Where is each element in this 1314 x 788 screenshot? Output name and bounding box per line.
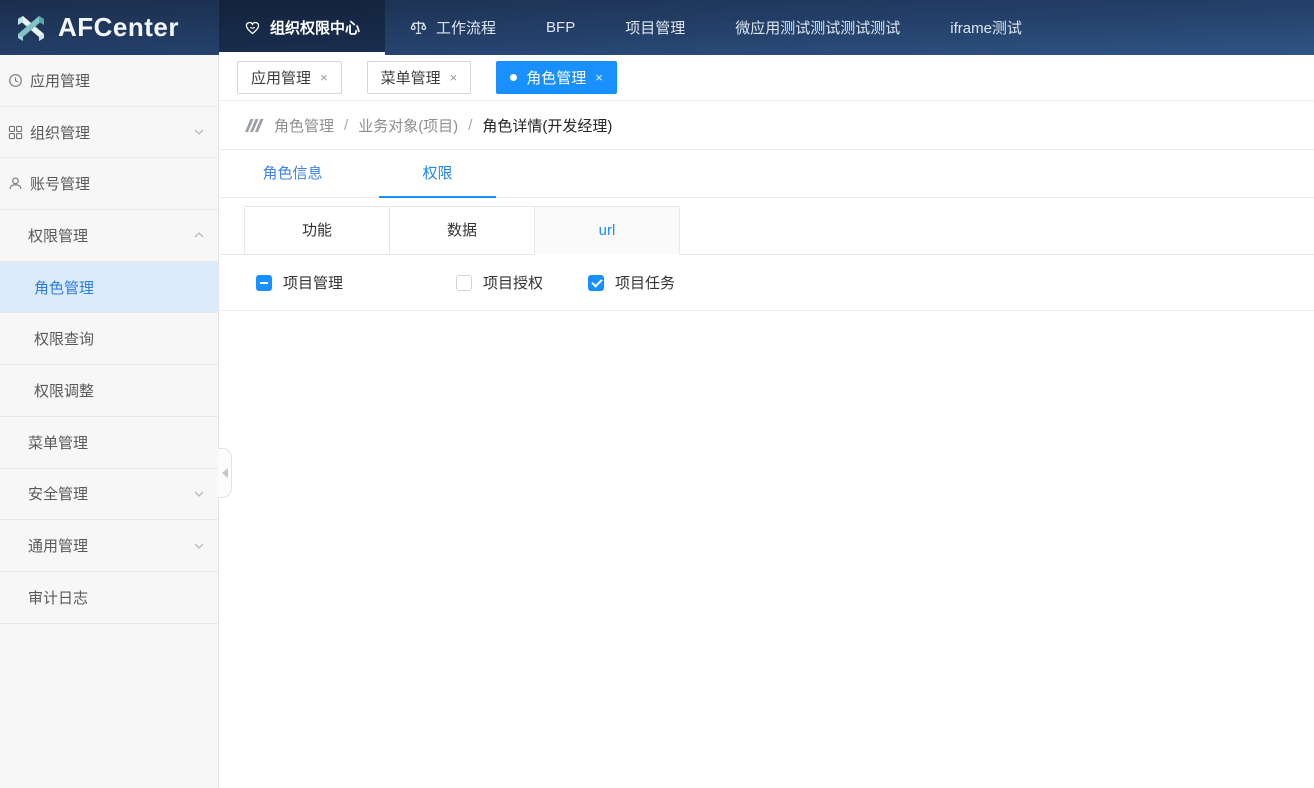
checkbox-item-project-task[interactable]: 项目任务 (588, 272, 675, 293)
nav-item-label: iframe测试 (950, 17, 1022, 38)
tab-role-info[interactable]: 角色信息 (220, 150, 365, 197)
chevron-down-icon (193, 126, 205, 138)
sidebar-item-label: 菜单管理 (28, 432, 88, 453)
breadcrumb-item-role-management[interactable]: 角色管理 (274, 115, 334, 136)
tab-data[interactable]: 数据 (389, 206, 535, 255)
sidebar-item-label: 权限查询 (34, 328, 94, 349)
nav-item-iframe-test[interactable]: iframe测试 (925, 0, 1047, 55)
tab-url[interactable]: url (534, 206, 680, 255)
nav-item-label: 项目管理 (625, 17, 685, 38)
open-tab-label: 角色管理 (526, 67, 586, 88)
sidebar-item-security-management[interactable]: 安全管理 (0, 469, 218, 521)
left-triangle-icon (222, 468, 228, 478)
indeterminate-checkbox[interactable] (256, 275, 272, 291)
open-tab-menu-management[interactable]: 菜单管理 × (367, 61, 472, 94)
chevron-down-icon (193, 540, 205, 552)
slashes-icon (245, 118, 264, 133)
sidebar-item-label: 组织管理 (30, 122, 90, 143)
breadcrumb-separator: / (468, 117, 472, 134)
nav-item-label: 组织权限中心 (270, 17, 360, 38)
sidebar-item-org-management[interactable]: 组织管理 (0, 107, 218, 159)
breadcrumb: 角色管理 / 业务对象(项目) / 角色详情(开发经理) (220, 101, 1314, 150)
chevron-down-icon (193, 488, 205, 500)
app-window: AFCenter 组织权限中心 (0, 0, 1314, 788)
sidebar-item-label: 权限管理 (28, 225, 88, 246)
sidebar-item-permission-adjust[interactable]: 权限调整 (0, 365, 218, 417)
tab-permission[interactable]: 权限 (365, 150, 510, 197)
nav-item-bfp[interactable]: BFP (521, 0, 600, 55)
main-content: 应用管理 × 菜单管理 × 角色管理 × 角色管理 (220, 55, 1314, 788)
checked-checkbox[interactable] (588, 275, 604, 291)
close-icon[interactable]: × (320, 70, 328, 85)
sidebar-item-label: 角色管理 (34, 277, 94, 298)
open-tab-role-management[interactable]: 角色管理 × (496, 61, 617, 94)
permission-type-tabs: 功能 数据 url (220, 206, 1314, 255)
sidebar-item-permission-query[interactable]: 权限查询 (0, 313, 218, 365)
nav-item-microapp-test[interactable]: 微应用测试测试测试测试 (710, 0, 925, 55)
checkbox-item-project-management[interactable]: 项目管理 (256, 272, 456, 293)
top-nav: 组织权限中心 工作流程 BFP 项目管理 (219, 0, 1047, 55)
checkbox-label: 项目授权 (483, 272, 543, 293)
breadcrumb-separator: / (344, 117, 348, 134)
scale-icon (410, 19, 427, 36)
sidebar-item-label: 应用管理 (30, 70, 90, 91)
open-tabs-bar: 应用管理 × 菜单管理 × 角色管理 × (220, 55, 1314, 101)
app-logo-icon (13, 10, 49, 46)
nav-item-label: 微应用测试测试测试测试 (735, 17, 900, 38)
sidebar-item-role-management[interactable]: 角色管理 (0, 262, 218, 314)
close-icon[interactable]: × (450, 70, 458, 85)
unchecked-checkbox[interactable] (456, 275, 472, 291)
sidebar-item-label: 权限调整 (34, 380, 94, 401)
sidebar-item-menu-management[interactable]: 菜单管理 (0, 417, 218, 469)
nav-item-workflow[interactable]: 工作流程 (385, 0, 521, 55)
sidebar-item-account-management[interactable]: 账号管理 (0, 158, 218, 210)
sidebar-item-permission-management[interactable]: 权限管理 (0, 210, 218, 262)
sidebar-collapse-handle[interactable] (218, 448, 232, 498)
checkbox-label: 项目任务 (615, 272, 675, 293)
url-permission-list: 项目管理 项目授权 项目任务 (220, 255, 1314, 311)
checkbox-item-project-authorization[interactable]: 项目授权 (456, 272, 588, 293)
sidebar-item-label: 通用管理 (28, 535, 88, 556)
chevron-up-icon (193, 229, 205, 241)
sidebar-item-common-management[interactable]: 通用管理 (0, 520, 218, 572)
sidebar-item-label: 审计日志 (28, 587, 88, 608)
sidebar: 应用管理 组织管理 账号管理 (0, 55, 219, 788)
clock-icon (8, 73, 23, 88)
close-icon[interactable]: × (595, 70, 603, 85)
user-icon (8, 176, 23, 191)
nav-item-project-management[interactable]: 项目管理 (600, 0, 710, 55)
sidebar-item-app-management[interactable]: 应用管理 (0, 55, 218, 107)
nav-item-label: BFP (546, 19, 575, 36)
active-tab-dot-icon (510, 74, 517, 81)
app-title: AFCenter (58, 12, 179, 43)
nav-item-org-permission-center[interactable]: 组织权限中心 (219, 0, 385, 55)
app-logo[interactable]: AFCenter (0, 0, 219, 55)
tab-function[interactable]: 功能 (244, 206, 390, 255)
nav-item-label: 工作流程 (436, 17, 496, 38)
heart-icon (244, 19, 261, 36)
sidebar-item-label: 账号管理 (30, 173, 90, 194)
open-tab-app-management[interactable]: 应用管理 × (237, 61, 342, 94)
breadcrumb-item-business-object[interactable]: 业务对象(项目) (358, 115, 458, 136)
checkbox-label: 项目管理 (283, 272, 343, 293)
org-grid-icon (8, 125, 23, 140)
open-tab-label: 菜单管理 (381, 67, 441, 88)
breadcrumb-item-role-detail: 角色详情(开发经理) (482, 115, 612, 136)
open-tab-label: 应用管理 (251, 67, 311, 88)
sidebar-item-label: 安全管理 (28, 483, 88, 504)
role-detail-tabs: 角色信息 权限 (220, 150, 1314, 198)
top-header: AFCenter 组织权限中心 (0, 0, 1314, 55)
sidebar-item-audit-log[interactable]: 审计日志 (0, 572, 218, 624)
